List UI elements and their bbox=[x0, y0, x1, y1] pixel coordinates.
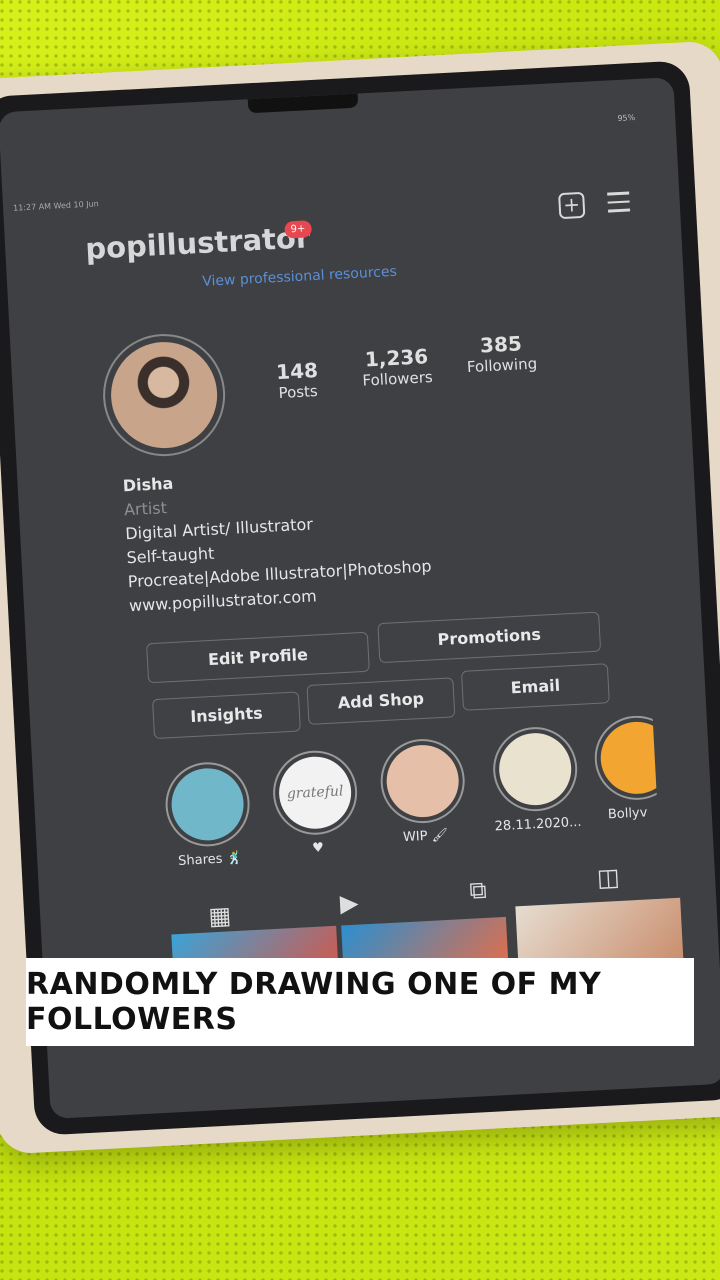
grid-icon[interactable]: ▦ bbox=[208, 901, 232, 930]
highlight-shares[interactable]: Shares 🕺 bbox=[160, 760, 255, 870]
email-button[interactable]: Email bbox=[460, 663, 610, 711]
highlight-label: 28.11.2020... bbox=[494, 814, 582, 835]
highlight-label: Shares 🕺 bbox=[177, 850, 244, 869]
highlight-bollywood[interactable]: Bollyv bbox=[592, 714, 659, 823]
posts-label: Posts bbox=[278, 382, 319, 403]
highlight-ring bbox=[163, 760, 252, 849]
add-shop-button[interactable]: Add Shop bbox=[306, 677, 456, 725]
profile-bio: Disha Artist Digital Artist/ Illustrator… bbox=[122, 458, 433, 618]
stat-following[interactable]: 385 Following bbox=[455, 330, 547, 377]
highlight-date[interactable]: 28.11.2020... bbox=[483, 725, 588, 835]
add-post-icon[interactable]: + bbox=[558, 191, 586, 220]
avatar-image bbox=[108, 339, 220, 451]
highlight-grateful[interactable]: grateful ♥ bbox=[268, 748, 363, 858]
highlight-label: WIP 🖌 bbox=[402, 827, 449, 846]
stat-posts[interactable]: 148 Posts bbox=[261, 357, 333, 403]
tagged-icon[interactable]: ◫ bbox=[596, 863, 620, 892]
video-caption: RANDOMLY DRAWING ONE OF MY FOLLOWERS bbox=[26, 967, 602, 1037]
reels-icon[interactable]: ▶ bbox=[339, 889, 359, 918]
video-caption-bar: RANDOMLY DRAWING ONE OF MY FOLLOWERS bbox=[26, 958, 694, 1046]
camera-notch bbox=[247, 93, 359, 114]
promotions-button[interactable]: Promotions bbox=[377, 611, 602, 664]
menu-icon[interactable] bbox=[607, 191, 631, 218]
notification-badge[interactable]: 9+ bbox=[284, 220, 312, 239]
edit-profile-button[interactable]: Edit Profile bbox=[146, 631, 370, 684]
insights-button[interactable]: Insights bbox=[152, 691, 301, 740]
highlight-ring bbox=[491, 725, 580, 814]
profile-avatar[interactable] bbox=[99, 330, 229, 460]
highlight-ring: grateful bbox=[270, 748, 360, 837]
followers-label: Followers bbox=[362, 368, 434, 390]
status-battery: 95% bbox=[617, 113, 636, 123]
highlight-label: Bollyv bbox=[607, 805, 648, 823]
following-label: Following bbox=[466, 354, 538, 377]
stat-followers[interactable]: 1,236 Followers bbox=[346, 343, 448, 390]
highlight-wip[interactable]: WIP 🖌 bbox=[376, 736, 471, 847]
igtv-icon[interactable]: ⧉ bbox=[469, 876, 488, 905]
profile-username[interactable]: popillustrator bbox=[84, 220, 310, 266]
highlight-ring bbox=[592, 714, 659, 802]
highlight-label: ♥ bbox=[311, 840, 325, 856]
highlight-ring bbox=[378, 736, 467, 826]
status-time: 11:27 AM Wed 10 Jun bbox=[12, 199, 99, 213]
